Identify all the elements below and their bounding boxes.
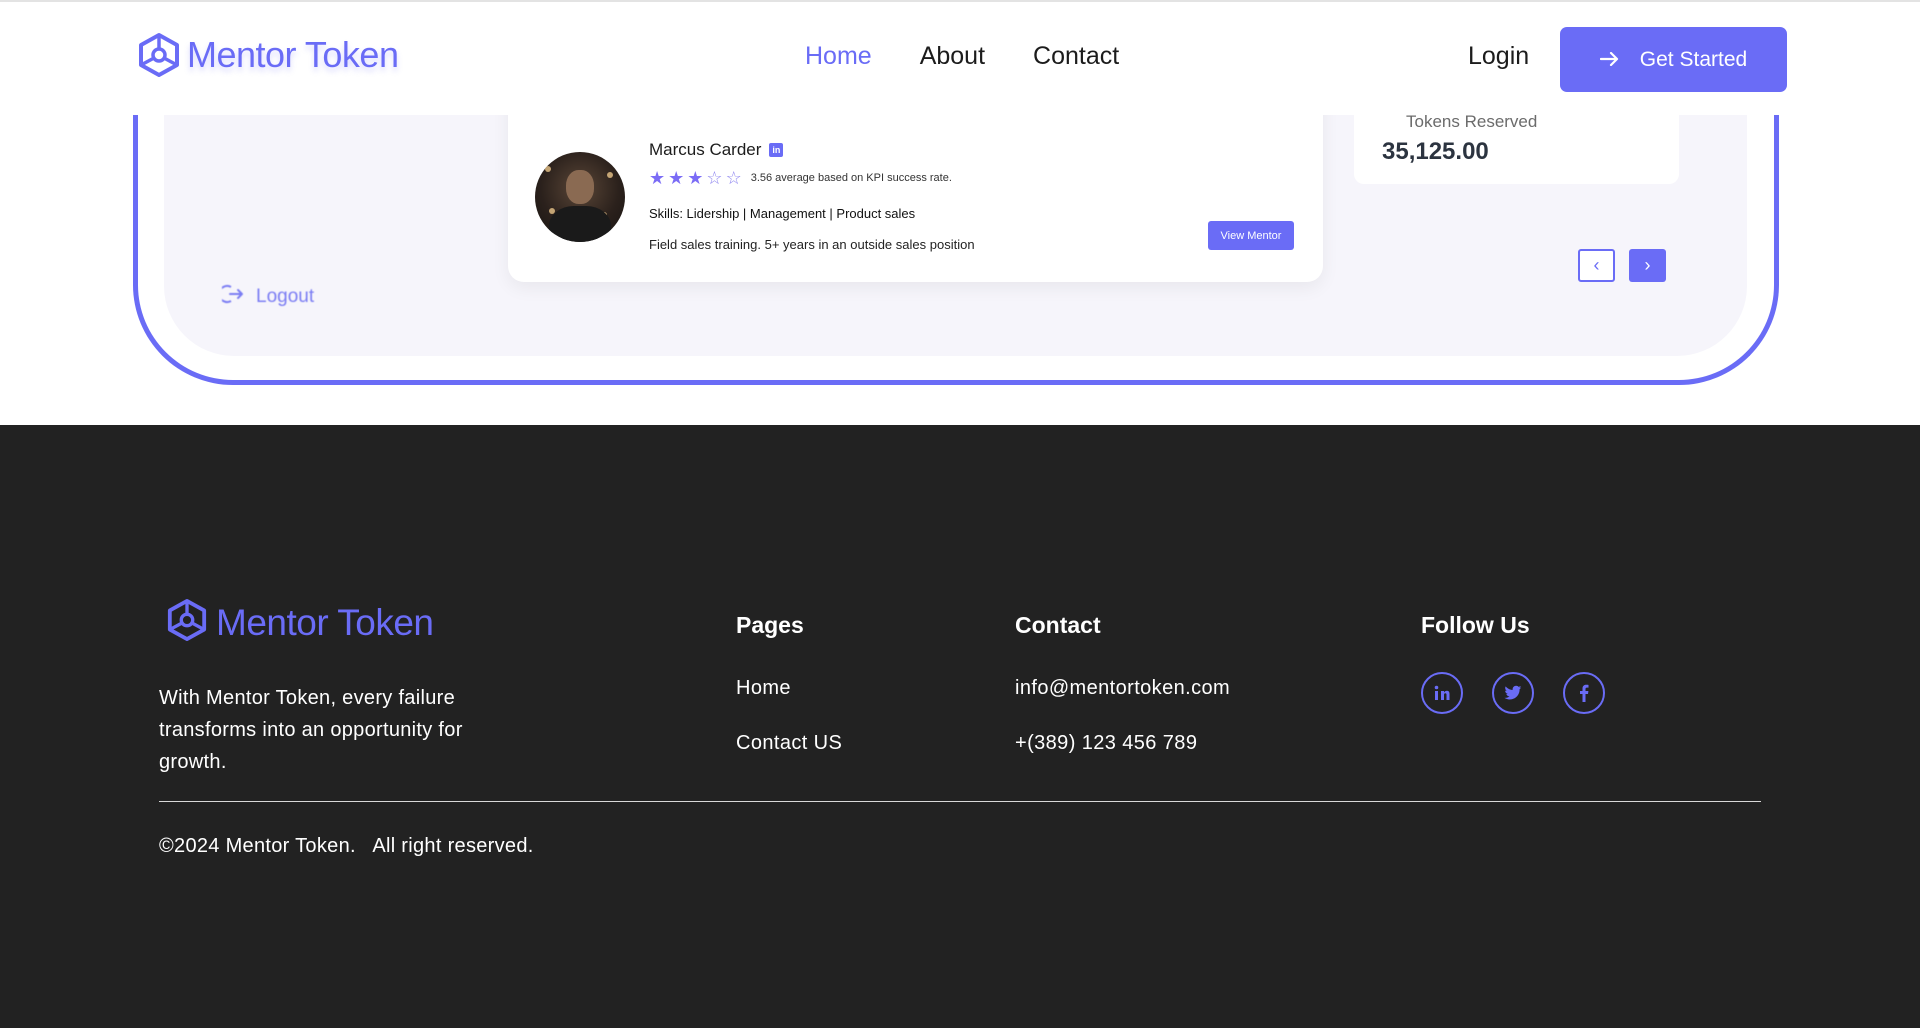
contact-heading: Contact (1015, 612, 1101, 638)
nav-about[interactable]: About (920, 42, 985, 71)
login-link[interactable]: Login (1468, 42, 1529, 71)
mentor-name-text: Marcus Carder (649, 140, 762, 159)
brand-name: Mentor Token (187, 34, 399, 75)
rating-text: 3.56 average based on KPI success rate. (750, 172, 952, 184)
contact-email[interactable]: info@mentortoken.com (1015, 677, 1230, 700)
logout-label: Logout (256, 286, 315, 307)
pager-prev-button[interactable]: ‹ (1578, 249, 1615, 282)
view-mentor-button[interactable]: View Mentor (1208, 221, 1294, 250)
arrow-right-icon (1599, 48, 1620, 72)
contact-phone[interactable]: +(389) 123 456 789 (1015, 732, 1197, 755)
pages-heading: Pages (736, 612, 804, 638)
footer-brand-name: Mentor Token (216, 601, 434, 643)
get-started-button[interactable]: Get Started (1560, 27, 1787, 92)
copyright-text: ©2024 Mentor Token. All right reserved. (159, 835, 534, 857)
star-filled-icon: ★ (668, 168, 685, 188)
footer-tagline: With Mentor Token, every failure transfo… (159, 687, 463, 773)
footer-brand-logo[interactable]: Mentor Token (166, 598, 434, 647)
logout-button[interactable]: Logout (218, 284, 315, 310)
mentor-description: Field sales training. 5+ years in an out… (649, 237, 975, 252)
footer-divider (159, 801, 1761, 802)
tokens-reserved-value: 35,125.00 (1382, 138, 1489, 165)
mentor-name: Marcus Carder in (649, 140, 784, 160)
brand-logo[interactable]: Mentor Token (137, 32, 399, 78)
mentor-skills: Skills: Lidership | Management | Product… (649, 206, 916, 221)
linkedin-icon[interactable]: in (769, 143, 784, 157)
twitter-icon[interactable] (1492, 672, 1534, 714)
mentor-rating: ★ ★ ★ ☆ ☆ 3.56 average based on KPI succ… (649, 169, 952, 187)
follow-us-heading: Follow Us (1421, 612, 1530, 638)
facebook-icon[interactable] (1563, 672, 1605, 714)
get-started-label: Get Started (1639, 47, 1748, 71)
footer-link-contact-us[interactable]: Contact US (736, 732, 842, 755)
logout-icon (218, 284, 244, 310)
nav-contact[interactable]: Contact (1033, 42, 1119, 71)
footer-link-home[interactable]: Home (736, 677, 791, 700)
mentor-avatar (535, 152, 625, 242)
star-filled-icon: ★ (649, 168, 666, 188)
nav-home[interactable]: Home (805, 42, 872, 71)
main-nav: Home About Contact (805, 42, 1119, 71)
linkedin-icon[interactable] (1421, 672, 1463, 714)
site-footer: Mentor Token With Mentor Token, every fa… (0, 425, 1920, 1028)
hexagon-logo-icon (166, 598, 208, 647)
star-empty-icon: ☆ (706, 168, 723, 188)
hexagon-logo-icon (137, 32, 181, 78)
pager-next-button[interactable]: › (1629, 249, 1666, 282)
star-empty-icon: ☆ (725, 168, 742, 188)
star-filled-icon: ★ (687, 168, 704, 188)
tokens-reserved-label: Tokens Reserved (1406, 112, 1538, 131)
top-navbar: Mentor Token Home About Contact Login Ge… (0, 0, 1920, 115)
